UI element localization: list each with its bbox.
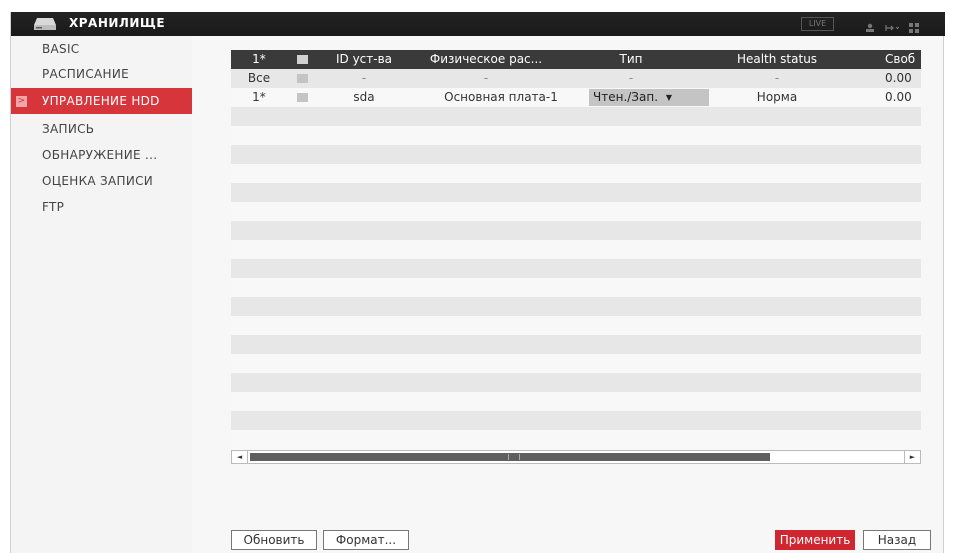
empty-row <box>231 316 921 335</box>
grid-menu-icon[interactable] <box>909 18 919 37</box>
sidebar-item-label: ОЦЕНКА ЗАПИСИ <box>42 174 154 188</box>
empty-row <box>231 354 921 373</box>
back-button[interactable]: Назад <box>863 530 931 550</box>
row-number: 1* <box>252 90 266 104</box>
row-number: Все <box>247 71 271 85</box>
empty-row <box>231 335 921 354</box>
row-physical-location: - <box>483 71 489 85</box>
scrollbar-thumb[interactable] <box>250 453 770 461</box>
empty-row <box>231 411 921 430</box>
scroll-right-icon[interactable]: ► <box>904 451 920 463</box>
header-type[interactable]: Тип <box>591 50 671 69</box>
grip-icon <box>508 454 520 460</box>
sidebar-item-label: BASIC <box>42 42 80 56</box>
sidebar-item-hdd-manage[interactable]: > УПРАВЛЕНИЕ HDD <box>11 88 192 114</box>
table-header: 1* ID уст-ва Физическое рас... Тип Healt… <box>231 50 921 69</box>
sidebar-item-label: РАСПИСАНИЕ <box>42 67 129 81</box>
empty-row <box>231 183 921 202</box>
row-device-id: sda <box>353 90 375 104</box>
row-device-id: - <box>361 71 367 85</box>
type-select[interactable]: Чтен./Зап. ▼ <box>589 89 709 106</box>
sidebar: BASIC РАСПИСАНИЕ > УПРАВЛЕНИЕ HDD ЗАПИСЬ… <box>11 36 192 553</box>
empty-row <box>231 430 921 447</box>
table-row-all[interactable]: Все - - - - 0.00 <box>231 69 921 88</box>
empty-row <box>231 392 921 411</box>
scroll-left-icon[interactable]: ◄ <box>232 451 248 463</box>
empty-row <box>231 164 921 183</box>
refresh-button[interactable]: Обновить <box>231 530 317 550</box>
sidebar-item-record-estimate[interactable]: ОЦЕНКА ЗАПИСИ <box>11 168 192 194</box>
empty-row <box>231 373 921 392</box>
row-type: - <box>628 71 634 85</box>
header-free-space[interactable]: Своб <box>885 50 921 69</box>
page-title: ХРАНИЛИЩЕ <box>69 16 166 30</box>
row-checkbox[interactable] <box>297 93 308 102</box>
sidebar-item-label: ОБНАРУЖЕНИЕ ... <box>42 148 158 162</box>
sidebar-item-ftp[interactable]: FTP <box>11 194 192 220</box>
chevron-down-icon: ▼ <box>665 93 672 102</box>
empty-row <box>231 297 921 316</box>
live-button[interactable]: LIVE <box>801 17 834 31</box>
empty-row <box>231 202 921 221</box>
empty-row <box>231 221 921 240</box>
sidebar-item-label: ЗАПИСЬ <box>42 122 95 136</box>
header-physical-location[interactable]: Физическое рас... <box>421 50 551 69</box>
empty-row <box>231 145 921 164</box>
empty-row <box>231 126 921 145</box>
empty-row <box>231 240 921 259</box>
format-button[interactable]: Формат... <box>323 530 409 550</box>
sidebar-item-label: FTP <box>42 200 65 214</box>
sidebar-item-schedule[interactable]: РАСПИСАНИЕ <box>11 61 192 87</box>
select-all-checkbox[interactable] <box>297 55 308 64</box>
hdd-table: 1* ID уст-ва Физическое рас... Тип Healt… <box>231 50 921 447</box>
logout-icon[interactable] <box>885 18 900 37</box>
header-health-status[interactable]: Health status <box>725 50 829 69</box>
row-free-space: 0.00 <box>885 71 912 85</box>
apply-button[interactable]: Применить <box>775 530 855 550</box>
window: ХРАНИЛИЩЕ LIVE BASIC РАСПИСАНИЕ > УПРАВЛ… <box>10 12 945 553</box>
table-row[interactable]: 1* sda Основная плата-1 Чтен./Зап. ▼ Нор… <box>231 88 921 107</box>
row-physical-location: Основная плата-1 <box>444 90 558 104</box>
row-free-space: 0.00 <box>885 90 912 104</box>
row-health-status: - <box>774 71 780 85</box>
horizontal-scrollbar[interactable]: ◄ ► <box>231 450 921 464</box>
sidebar-item-record[interactable]: ЗАПИСЬ <box>11 116 192 142</box>
sidebar-item-label: УПРАВЛЕНИЕ HDD <box>42 94 160 108</box>
row-health-status: Норма <box>756 90 798 104</box>
chevron-right-icon: > <box>16 96 27 107</box>
empty-row <box>231 278 921 297</box>
empty-row <box>231 107 921 126</box>
row-checkbox[interactable] <box>297 74 308 83</box>
sidebar-item-basic[interactable]: BASIC <box>11 36 192 62</box>
header-number: 1* <box>252 52 266 66</box>
hdd-icon <box>34 18 56 30</box>
user-icon[interactable] <box>865 18 875 37</box>
empty-row <box>231 259 921 278</box>
type-select-value: Чтен./Зап. <box>593 90 659 104</box>
header-device-id[interactable]: ID уст-ва <box>329 50 399 69</box>
sidebar-item-detect[interactable]: ОБНАРУЖЕНИЕ ... <box>11 142 192 168</box>
top-bar: ХРАНИЛИЩЕ LIVE <box>11 12 945 36</box>
